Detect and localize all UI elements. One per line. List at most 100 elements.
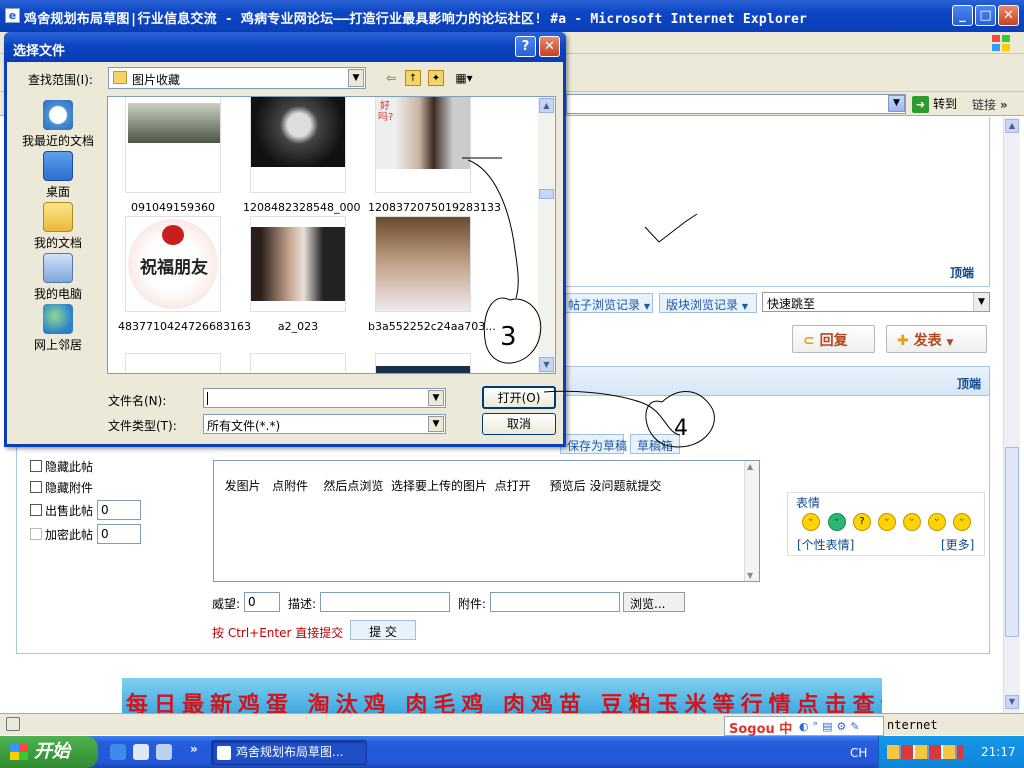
attachment-label: 附件: [458, 597, 487, 611]
text-caret [207, 392, 208, 405]
windows-flag-icon [10, 744, 28, 760]
links-button[interactable]: 链接 » [972, 96, 1008, 113]
place-network-label: 网上邻居 [33, 338, 82, 352]
look-in-value: 图片收藏 [132, 73, 181, 87]
grin-emoji-icon[interactable]: ᵕ [828, 513, 846, 531]
start-button[interactable]: 开始 [0, 736, 98, 768]
ie-window-title: 鸡舍规划布局草图|行业信息交流 - 鸡病专业网论坛——打造行业最具影响力的论坛社… [24, 12, 808, 27]
emoji-title: 表情 [796, 496, 821, 510]
address-dropdown-icon[interactable]: ▼ [888, 95, 905, 112]
prestige-input[interactable]: 0 [244, 592, 280, 612]
chevron-down-icon: ▼ [428, 390, 444, 406]
scroll-thumb[interactable] [1005, 447, 1019, 637]
page-scrollbar[interactable]: ▲ ▼ [1003, 117, 1020, 713]
place-my-documents-label: 我的文档 [33, 236, 82, 250]
file-item[interactable] [118, 353, 228, 373]
place-my-computer[interactable]: 我的电脑 [18, 253, 98, 302]
reply-label: 回复 [819, 333, 848, 349]
close-button[interactable]: ✕ [998, 5, 1019, 26]
view-menu-icon[interactable]: ▦▾ [452, 70, 476, 86]
hide-post-checkbox[interactable] [30, 460, 42, 472]
sell-post-checkbox[interactable] [30, 504, 42, 516]
happy-emoji-icon[interactable]: ᵕ [878, 513, 896, 531]
quicklaunch-more-icon[interactable]: » [190, 742, 198, 756]
filename-label: 文件名(N): [108, 394, 167, 408]
quick-jump-select[interactable]: 快速跳至 ▼ [762, 292, 990, 312]
task-label: 鸡舍规划布局草图... [236, 745, 344, 759]
go-button[interactable]: ➜ 转到 [912, 95, 957, 113]
chevron-down-icon: ▼ [428, 416, 444, 432]
address-input[interactable] [566, 94, 906, 114]
look-in-label: 查找范围(I): [28, 73, 93, 87]
my-computer-icon [43, 253, 73, 283]
place-network[interactable]: 网上邻居 [18, 304, 98, 353]
taskbar-ie-window[interactable]: 鸡舍规划布局草图... [211, 740, 367, 765]
prestige-label: 威望: [212, 597, 241, 611]
sogou-ime-bar[interactable]: Sogou 中 ◐°▤⚙✎ [724, 716, 884, 737]
back-arrow-icon[interactable]: ⇦ [383, 70, 399, 86]
market-banner[interactable]: 每日最新鸡蛋 淘汰鸡 肉毛鸡 肉鸡苗 豆粕玉米等行情点击查询 [122, 678, 882, 713]
tray-icons[interactable] [887, 745, 963, 759]
dialog-close-button[interactable]: ✕ [539, 36, 560, 57]
minimize-button[interactable]: _ [952, 5, 973, 26]
help-button[interactable]: ? [515, 36, 536, 57]
sell-post-label: 出售此帖 [45, 504, 94, 518]
desktop-quicklaunch-icon[interactable] [156, 744, 172, 760]
question-emoji-icon[interactable]: ? [853, 513, 871, 531]
folder-icon [113, 71, 127, 84]
file-item[interactable] [243, 353, 353, 373]
new-folder-icon[interactable]: ✦ [428, 70, 444, 86]
scroll-up-icon[interactable]: ▲ [1005, 119, 1019, 133]
hide-attachment-checkbox[interactable] [30, 481, 42, 493]
new-post-label: 发表 [913, 333, 942, 349]
file-item[interactable]: 祝福朋友 4837710424726683163 [118, 216, 251, 333]
media-quicklaunch-icon[interactable] [133, 744, 149, 760]
reply-button[interactable]: ⊂ 回复 [792, 325, 875, 353]
place-recent[interactable]: 我最近的文档 [18, 100, 98, 149]
place-my-documents[interactable]: 我的文档 [18, 202, 98, 251]
encrypt-value-input[interactable]: 0 [97, 524, 141, 544]
description-input[interactable] [320, 592, 450, 612]
filetype-select[interactable]: 所有文件(*.*) ▼ [203, 414, 446, 434]
file-item[interactable]: 1208482328548_000 [243, 97, 360, 214]
file-item[interactable]: a2_023 [243, 216, 353, 333]
scroll-down-icon[interactable]: ▼ [1005, 695, 1019, 709]
dialog-title-bar: 选择文件 ? ✕ [4, 32, 566, 62]
sell-price-input[interactable]: 0 [97, 500, 141, 520]
browse-button[interactable]: 浏览... [623, 592, 685, 612]
scroll-up-icon[interactable]: ▲ [539, 98, 554, 113]
maximize-button[interactable]: □ [975, 5, 996, 26]
new-post-button[interactable]: ✚ 发表 ▼ [886, 325, 987, 353]
hand-drawn-annotations: 3 4 [462, 157, 715, 448]
tongue-emoji-icon[interactable]: ᵕ [903, 513, 921, 531]
file-thumbnail: 祝福朋友 [125, 216, 221, 312]
look-in-select[interactable]: 图片收藏 ▼ [108, 67, 366, 89]
attachment-input[interactable] [490, 592, 620, 612]
place-desktop[interactable]: 桌面 [18, 151, 98, 200]
file-thumbnail [125, 97, 221, 193]
back-to-top-link-2[interactable]: 顶端 [957, 375, 981, 392]
ie-quicklaunch-icon[interactable] [110, 744, 126, 760]
start-label: 开始 [34, 741, 70, 762]
cool-emoji-icon[interactable]: ᵕ [953, 513, 971, 531]
thumb-caption-text: 祝福朋友 [140, 258, 208, 278]
windows-logo-icon [990, 33, 1012, 53]
smile-emoji-icon[interactable]: ᵕ [802, 513, 820, 531]
up-folder-icon[interactable]: ↑ [405, 70, 421, 86]
textarea-scrollbar[interactable]: ▲ ▼ [744, 461, 759, 581]
sad-emoji-icon[interactable]: ᵕ [928, 513, 946, 531]
message-textarea[interactable]: 发图片 点附件 然后点浏览 选择要上传的图片 点打开 预览后 没问题就提交 ▲ … [213, 460, 760, 582]
reply-icon: ⊂ [803, 333, 815, 349]
recent-documents-icon [43, 100, 73, 130]
filename-input[interactable]: ▼ [203, 388, 446, 408]
encrypt-post-checkbox[interactable] [30, 528, 42, 540]
file-item[interactable]: 091049159360 [118, 97, 228, 214]
back-to-top-link[interactable]: 顶端 [950, 264, 974, 281]
personal-emoji-link[interactable]: [个性表情] [797, 536, 854, 553]
encrypt-post-label: 加密此帖 [45, 528, 94, 542]
ime-tool-icons[interactable]: ◐°▤⚙✎ [799, 720, 864, 733]
more-emoji-link[interactable]: [更多] [941, 536, 974, 553]
language-indicator[interactable]: CH [850, 746, 867, 760]
file-thumbnail [250, 353, 346, 373]
submit-button[interactable]: 提 交 [350, 620, 416, 640]
